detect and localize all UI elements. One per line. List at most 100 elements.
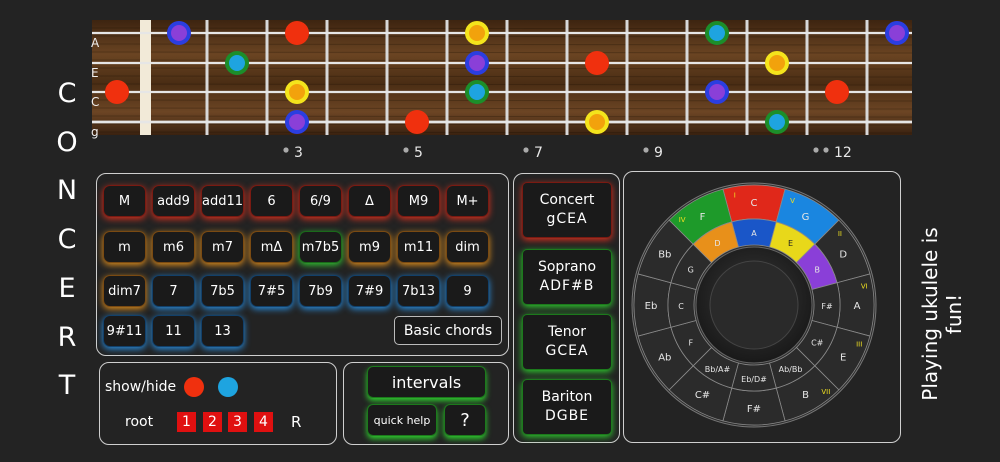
- root-label: root: [125, 414, 154, 430]
- note-marker-purple[interactable]: [705, 80, 729, 104]
- chord-button[interactable]: 7b5: [202, 276, 243, 306]
- chord-button[interactable]: m11: [398, 232, 439, 262]
- tuning-button-bariton[interactable]: Bariton DGBE: [523, 380, 611, 434]
- chord-button[interactable]: m7: [202, 232, 243, 262]
- chord-button[interactable]: 7: [153, 276, 194, 306]
- wheel-outer-label: B: [802, 390, 809, 401]
- chord-button[interactable]: 9: [447, 276, 488, 306]
- fret-number: 3: [294, 145, 303, 161]
- chord-button[interactable]: 7b13: [398, 276, 439, 306]
- fretboard-svg[interactable]: AECg3 5 7 9 12: [0, 0, 1000, 170]
- chord-button[interactable]: 6: [251, 186, 292, 216]
- wheel-middle-label: C#: [811, 339, 824, 348]
- chord-button[interactable]: M+: [447, 186, 488, 216]
- note-marker-yellow[interactable]: [585, 110, 609, 134]
- chord-button[interactable]: M9: [398, 186, 439, 216]
- root-button-4[interactable]: 4: [254, 412, 273, 432]
- show-blue-dot-toggle[interactable]: [218, 377, 238, 397]
- fret-marker: 9: [643, 145, 663, 161]
- chord-button[interactable]: dim7: [104, 276, 145, 306]
- fret-wire: [445, 20, 449, 135]
- note-marker-purple[interactable]: [465, 51, 489, 75]
- chord-button[interactable]: 7b9: [300, 276, 341, 306]
- chord-button[interactable]: m7b5: [300, 232, 341, 262]
- note-marker-red[interactable]: [825, 80, 849, 104]
- wheel-degree-label: VI: [861, 283, 868, 291]
- fret-wire: [205, 20, 209, 135]
- note-marker-green[interactable]: [705, 21, 729, 45]
- chord-button[interactable]: 13: [202, 316, 243, 346]
- root-r-button[interactable]: R: [291, 413, 301, 431]
- chord-button[interactable]: dim: [447, 232, 488, 262]
- tuning-button-soprano[interactable]: Soprano ADF#B: [523, 250, 611, 304]
- note-marker-purple[interactable]: [285, 110, 309, 134]
- string-label: C: [91, 95, 99, 109]
- tuning-button-tenor[interactable]: Tenor GCEA: [523, 315, 611, 369]
- note-marker-red[interactable]: [585, 51, 609, 75]
- note-marker-green[interactable]: [465, 80, 489, 104]
- note-marker-yellow[interactable]: [465, 21, 489, 45]
- tuning-notes: gCEA: [546, 211, 588, 227]
- note-marker-red[interactable]: [405, 110, 429, 134]
- chord-button[interactable]: Δ: [349, 186, 390, 216]
- note-marker-yellow[interactable]: [285, 80, 309, 104]
- string-label: A: [91, 36, 100, 50]
- wheel-middle-label: B: [814, 266, 820, 275]
- tuning-letter: N: [56, 175, 78, 207]
- wheel-middle-label: Bb/A#: [705, 365, 731, 374]
- chord-button[interactable]: 9#11: [104, 316, 145, 346]
- tuning-letter: C: [57, 224, 77, 256]
- wheel-outer-label: C#: [695, 390, 710, 401]
- wheel-degree-label: III: [856, 340, 862, 348]
- root-button-1[interactable]: 1: [177, 412, 196, 432]
- wheel-middle-label: Ab/Bb: [779, 365, 803, 374]
- note-marker-purple[interactable]: [885, 21, 909, 45]
- chord-button[interactable]: 7#9: [349, 276, 390, 306]
- note-marker-yellow[interactable]: [765, 51, 789, 75]
- tuning-name: Tenor: [548, 324, 586, 340]
- tuning-letter: E: [58, 272, 76, 304]
- show-hide-panel: show/hide root R: [99, 362, 337, 445]
- wheel-degree-label: VII: [821, 388, 830, 396]
- chord-button[interactable]: add9: [153, 186, 194, 216]
- chord-button[interactable]: m: [104, 232, 145, 262]
- circle-of-fifths-wheel[interactable]: C G D A E B F# C# Ab Eb Bb F A E B F# C# Ab/Bb Eb/D# Bb/A# F…: [626, 173, 898, 441]
- chord-button[interactable]: m6: [153, 232, 194, 262]
- basic-chords-button[interactable]: Basic chords: [394, 316, 502, 345]
- fretboard[interactable]: A E Cg 3 5 7 9 12: [0, 0, 1000, 170]
- chord-button[interactable]: M: [104, 186, 145, 216]
- string-label: g: [91, 125, 99, 139]
- root-button-2[interactable]: 2: [203, 412, 222, 432]
- wheel-middle-label: E: [788, 239, 793, 248]
- chord-button[interactable]: m9: [349, 232, 390, 262]
- wheel-middle-label: A: [751, 229, 757, 238]
- note-marker-purple[interactable]: [167, 21, 191, 45]
- wheel-middle-label: D: [714, 239, 720, 248]
- quick-help-button[interactable]: quick help: [368, 405, 436, 435]
- note-marker-green[interactable]: [765, 110, 789, 134]
- note-marker-green[interactable]: [225, 51, 249, 75]
- fret-marker: 3: [283, 145, 303, 161]
- chord-button[interactable]: add11: [202, 186, 243, 216]
- chord-button[interactable]: 11: [153, 316, 194, 346]
- wheel-degree-label: IV: [679, 216, 686, 224]
- wheel-outer-label: D: [839, 250, 847, 261]
- wheel-degree-label: II: [838, 230, 842, 238]
- fret-marker: 12: [813, 145, 852, 161]
- fret-wire: [685, 20, 689, 135]
- intervals-button[interactable]: intervals: [368, 367, 485, 397]
- chord-button[interactable]: 6/9: [300, 186, 341, 216]
- help-button[interactable]: ?: [445, 405, 485, 435]
- chord-button[interactable]: mΔ: [251, 232, 292, 262]
- root-button-3[interactable]: 3: [228, 412, 247, 432]
- chord-button[interactable]: 7#5: [251, 276, 292, 306]
- tuning-name: Concert: [539, 192, 595, 208]
- fret-number: 7: [534, 145, 543, 161]
- note-marker-red[interactable]: [285, 21, 309, 45]
- wheel-outer-label: F: [700, 212, 706, 223]
- note-marker-red[interactable]: [105, 80, 129, 104]
- wheel-middle-label: F#: [821, 302, 833, 311]
- tuning-button-concert[interactable]: Concert gCEA: [523, 183, 611, 237]
- show-red-dot-toggle[interactable]: [184, 377, 204, 397]
- wheel-outer-label: Ab: [658, 353, 671, 364]
